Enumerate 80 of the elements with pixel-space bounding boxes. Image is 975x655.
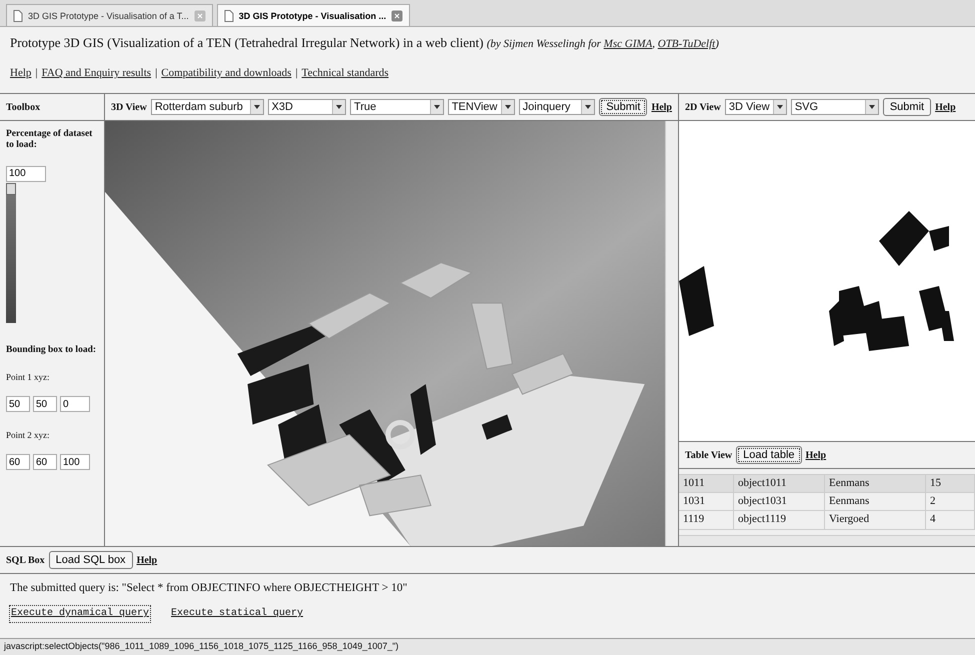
coordinate-field[interactable]: 100: [60, 454, 90, 470]
table-cell: 4: [926, 511, 975, 529]
scrollbar[interactable]: [679, 536, 975, 546]
table-cell: object1119: [734, 511, 825, 529]
table-row[interactable]: 1011 object1011 Eenmans 15: [679, 475, 975, 494]
table-cell: Eenmans: [825, 475, 926, 492]
load-sql-button[interactable]: Load SQL box: [48, 551, 133, 569]
percentage-field[interactable]: 100: [6, 166, 46, 182]
browser-tab[interactable]: 3D GIS Prototype - Visualisation of a T...: [6, 4, 213, 26]
caret-icon: [864, 100, 878, 114]
coordinate-field[interactable]: 60: [33, 454, 57, 470]
panel-title: Toolbox: [6, 102, 40, 112]
dropdown[interactable]: SVG: [790, 99, 879, 115]
caret-icon: [250, 100, 263, 114]
caret-icon: [772, 100, 786, 114]
panel-title: 3D View: [111, 102, 147, 112]
help-link[interactable]: Help: [935, 102, 956, 112]
nav-link[interactable]: Technical standards: [302, 67, 389, 79]
coordinate-field[interactable]: 50: [6, 396, 30, 412]
page-icon: [13, 10, 23, 22]
dropdown[interactable]: True: [350, 99, 444, 115]
table-cell: Eenmans: [825, 493, 926, 510]
submit-button[interactable]: Submit: [882, 98, 932, 116]
dropdown[interactable]: 3D View: [724, 99, 787, 115]
close-icon[interactable]: [391, 10, 404, 22]
nav-link[interactable]: Compatibility and downloads: [161, 67, 292, 79]
point-label: Point 1 xyz:: [6, 372, 50, 382]
slider-track[interactable]: [6, 182, 16, 323]
table-cell: Viergoed: [825, 511, 926, 529]
browser-tab[interactable]: 3D GIS Prototype - Visualisation ...: [216, 4, 410, 26]
table-cell: object1031: [734, 493, 825, 510]
panel-title: SQL Box: [6, 554, 45, 566]
caret-icon: [581, 100, 594, 114]
submit-button[interactable]: Submit: [599, 98, 648, 116]
byline-text: (by Sijmen Wesselingh for: [486, 38, 602, 50]
nav-link[interactable]: Help: [10, 67, 32, 79]
caret-icon: [332, 100, 346, 114]
link-separator: |: [35, 67, 38, 79]
page-icon: [224, 10, 234, 22]
table-cell: 1011: [679, 475, 734, 492]
dropdown[interactable]: TENView: [448, 99, 515, 115]
coordinate-field[interactable]: 50: [33, 396, 57, 412]
point-label: Point 2 xyz:: [6, 430, 50, 440]
page-title: Prototype 3D GIS (Visualization of a TEN (Tetrahedral Irregular Network) in a web client): [10, 35, 484, 50]
coordinate-field[interactable]: 60: [6, 454, 30, 470]
slider-thumb[interactable]: [6, 182, 16, 195]
status-bar: javascript:selectObjects("986_1011_1089_1096_1156_1018_1075_1125_1166_958_1049_1007_"): [0, 638, 975, 655]
percentage-label: Percentage of dataset to load:: [6, 129, 94, 152]
load-table-button[interactable]: Load table: [736, 446, 802, 464]
byline-text: ): [715, 38, 719, 50]
dropdown[interactable]: Rotterdam suburb: [150, 99, 264, 115]
bounding-box-label: Bounding box to load:: [6, 344, 96, 356]
link-separator: |: [155, 67, 158, 79]
table-cell: 1031: [679, 493, 734, 510]
byline-separator: ,: [652, 38, 655, 50]
coordinate-field[interactable]: 0: [60, 396, 90, 412]
query-text: The submitted query is: "Select * from OBJECTINFO where OBJECTHEIGHT > 10": [10, 582, 408, 594]
dropdown[interactable]: Joinquery: [518, 99, 596, 115]
caret-icon: [430, 100, 443, 114]
nav-link[interactable]: FAQ and Enquiry results: [42, 67, 152, 79]
panel-title: 2D View: [685, 102, 721, 112]
credit-link[interactable]: Msc GIMA: [604, 38, 652, 50]
3d-scene-drawing[interactable]: [105, 121, 665, 546]
link-separator: |: [295, 67, 298, 79]
table-cell: object1011: [734, 475, 825, 492]
query-link[interactable]: Execute dynamical query: [10, 606, 150, 622]
credit-link[interactable]: OTB-TuDelft: [658, 38, 716, 50]
help-link[interactable]: Help: [136, 554, 158, 566]
table-cell: 2: [926, 493, 975, 510]
table-row[interactable]: 1119 object1119 Viergoed 4: [679, 511, 975, 530]
query-link[interactable]: Execute statical query: [170, 606, 304, 622]
panel-title: Table View: [685, 450, 732, 460]
scrollbar[interactable]: [665, 121, 678, 546]
table-row[interactable]: 1031 object1031 Eenmans 2: [679, 493, 975, 512]
dropdown[interactable]: X3D: [268, 99, 346, 115]
caret-icon: [500, 100, 514, 114]
table-cell: 1119: [679, 511, 734, 529]
help-link[interactable]: Help: [806, 450, 826, 460]
help-link[interactable]: Help: [651, 102, 672, 112]
table-cell: 15: [926, 475, 975, 492]
